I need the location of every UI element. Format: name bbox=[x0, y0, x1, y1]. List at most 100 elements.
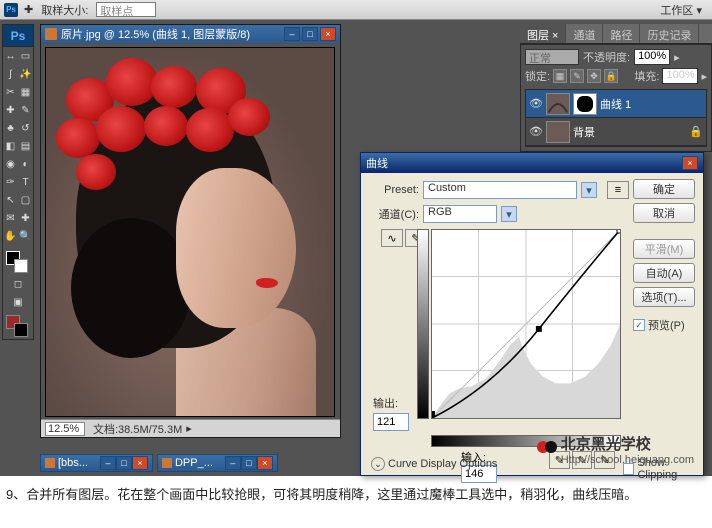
brush-tool[interactable]: ✎ bbox=[18, 101, 33, 119]
gradient-tool[interactable]: ▤ bbox=[18, 137, 33, 155]
tab-history[interactable]: 历史记录 bbox=[640, 24, 699, 43]
eyedropper-icon[interactable]: ✚ bbox=[24, 3, 33, 16]
expand-options-icon[interactable]: ⌄ bbox=[371, 457, 385, 471]
stamp-tool[interactable]: ♣ bbox=[3, 119, 18, 137]
doc-size-label: 文档:38.5M/75.3M bbox=[93, 421, 182, 437]
opacity-input[interactable]: 100% bbox=[634, 49, 670, 65]
shape-tool[interactable]: ▢ bbox=[18, 191, 33, 209]
lock-pos-icon[interactable]: ✥ bbox=[587, 69, 601, 83]
move-tool[interactable]: ↔ bbox=[3, 47, 18, 65]
secondary-swatch bbox=[3, 313, 33, 339]
history-brush-tool[interactable]: ↺ bbox=[18, 119, 33, 137]
doc-tab[interactable]: [bbs...–□× bbox=[40, 454, 153, 472]
dialog-close-button[interactable]: × bbox=[682, 156, 698, 170]
lock-trans-icon[interactable]: ▦ bbox=[553, 69, 567, 83]
lock-pixels-icon[interactable]: ✎ bbox=[570, 69, 584, 83]
curves-dialog: 曲线 × Preset: Custom ▾ ≡ 通道(C): RGB ▾ ∿ ✎ bbox=[360, 152, 704, 476]
document-titlebar[interactable]: 原片.jpg @ 12.5% (曲线 1, 图层蒙版/8) – □ × bbox=[41, 25, 340, 43]
preset-dropdown-icon[interactable]: ▾ bbox=[581, 182, 597, 198]
lasso-tool[interactable]: ʃ bbox=[3, 65, 18, 83]
auto-button[interactable]: 自动(A) bbox=[633, 263, 695, 283]
document-canvas[interactable] bbox=[45, 47, 335, 417]
layers-panel: 图层 × 通道 路径 历史记录 正常 不透明度: 100% ▸ 锁定: ▦ ✎ … bbox=[520, 24, 712, 152]
curve-point-tool[interactable]: ∿ bbox=[381, 229, 403, 247]
doc-icon bbox=[45, 28, 57, 40]
tab-close-icon[interactable]: × bbox=[132, 456, 148, 470]
tab-layers[interactable]: 图层 × bbox=[520, 24, 566, 43]
marquee-tool[interactable]: ▭ bbox=[18, 47, 33, 65]
tutorial-caption: 9、合并所有图层。花在整个画面中比较抢眼，可将其明度稍降，这里通过魔棒工具选中，… bbox=[0, 476, 712, 514]
options-button[interactable]: 选项(T)... bbox=[633, 287, 695, 307]
eraser-tool[interactable]: ◧ bbox=[3, 137, 18, 155]
minimize-button[interactable]: – bbox=[284, 27, 300, 41]
doc-tab[interactable]: DPP_...–□× bbox=[157, 454, 278, 472]
path-tool[interactable]: ↖ bbox=[3, 191, 18, 209]
curves-titlebar[interactable]: 曲线 × bbox=[361, 153, 703, 173]
fill-input[interactable]: 100% bbox=[662, 68, 698, 84]
pen-tool[interactable]: ✑ bbox=[3, 173, 18, 191]
curves-graph[interactable] bbox=[431, 229, 621, 419]
zoom-tool[interactable]: 🔍 bbox=[18, 227, 33, 245]
blend-mode-select[interactable]: 正常 bbox=[525, 49, 579, 65]
tab-channels[interactable]: 通道 bbox=[566, 24, 603, 43]
visibility-icon[interactable]: 👁 bbox=[529, 125, 543, 139]
tab-min-icon[interactable]: – bbox=[100, 456, 116, 470]
type-tool[interactable]: T bbox=[18, 173, 33, 191]
ok-button[interactable]: 确定 bbox=[633, 179, 695, 199]
crop-tool[interactable]: ✂ bbox=[3, 83, 18, 101]
visibility-icon[interactable]: 👁 bbox=[529, 97, 543, 111]
layer-row[interactable]: 👁 背景 🔒 bbox=[526, 118, 706, 146]
layer-name[interactable]: 曲线 1 bbox=[600, 96, 631, 112]
opacity-label: 不透明度: bbox=[583, 49, 630, 65]
tab-min-icon[interactable]: – bbox=[225, 456, 241, 470]
photoshop-app: Ps ✚ 取样大小: 取样点 工作区 ▾ Ps ↔▭ ʃ✨ ✂▦ ✚✎ ♣↺ ◧… bbox=[0, 0, 712, 476]
watermark-logo-icon bbox=[536, 436, 558, 458]
color-swatch[interactable] bbox=[3, 249, 33, 275]
lock-label: 锁定: bbox=[525, 68, 550, 84]
hand-tool[interactable]: ✋ bbox=[3, 227, 18, 245]
workspace-menu[interactable]: 工作区 ▾ bbox=[660, 2, 702, 18]
adjustment-thumb[interactable] bbox=[546, 93, 570, 115]
sample-size-select[interactable]: 取样点 bbox=[96, 2, 156, 17]
channel-select[interactable]: RGB bbox=[423, 205, 497, 223]
dodge-tool[interactable]: ◐ bbox=[18, 155, 33, 173]
ps-logo-icon: Ps bbox=[4, 3, 18, 17]
curves-title-text: 曲线 bbox=[366, 155, 682, 171]
watermark-url: Http://school.heiguang.com bbox=[561, 454, 694, 466]
maximize-button[interactable]: □ bbox=[302, 27, 318, 41]
watermark-title: 北京黑光学校 bbox=[561, 433, 694, 454]
display-options-label: Curve Display Options bbox=[388, 458, 497, 470]
eyedropper-tool[interactable]: ✚ bbox=[18, 209, 33, 227]
mask-thumb[interactable] bbox=[573, 93, 597, 115]
output-input[interactable] bbox=[373, 413, 409, 431]
tab-max-icon[interactable]: □ bbox=[241, 456, 257, 470]
layer-row[interactable]: 👁 曲线 1 bbox=[526, 90, 706, 118]
screenmode-toggle[interactable]: ▣ bbox=[3, 293, 33, 311]
lock-all-icon[interactable]: 🔒 bbox=[604, 69, 618, 83]
channel-dropdown-icon[interactable]: ▾ bbox=[501, 206, 517, 222]
document-tabs: [bbs...–□× DPP_...–□× bbox=[40, 454, 278, 472]
status-arrow-icon[interactable]: ▸ bbox=[186, 422, 192, 435]
notes-tool[interactable]: ✉ bbox=[3, 209, 18, 227]
layer-name[interactable]: 背景 bbox=[573, 124, 595, 140]
slice-tool[interactable]: ▦ bbox=[18, 83, 33, 101]
quickmask-toggle[interactable]: ◻ bbox=[3, 275, 33, 293]
close-button[interactable]: × bbox=[320, 27, 336, 41]
channel-label: 通道(C): bbox=[369, 206, 419, 222]
heal-tool[interactable]: ✚ bbox=[3, 101, 18, 119]
tab-paths[interactable]: 路径 bbox=[603, 24, 640, 43]
smooth-button[interactable]: 平滑(M) bbox=[633, 239, 695, 259]
toolbox: Ps ↔▭ ʃ✨ ✂▦ ✚✎ ♣↺ ◧▤ ◉◐ ✑T ↖▢ ✉✚ ✋🔍 ◻ ▣ bbox=[2, 24, 34, 340]
preset-menu-button[interactable]: ≡ bbox=[607, 181, 629, 199]
blur-tool[interactable]: ◉ bbox=[3, 155, 18, 173]
cancel-button[interactable]: 取消 bbox=[633, 203, 695, 223]
wand-tool[interactable]: ✨ bbox=[18, 65, 33, 83]
opacity-arrow-icon[interactable]: ▸ bbox=[674, 51, 680, 64]
tab-close-icon[interactable]: × bbox=[257, 456, 273, 470]
zoom-field[interactable]: 12.5% bbox=[45, 422, 85, 436]
tab-max-icon[interactable]: □ bbox=[116, 456, 132, 470]
layer-thumb[interactable] bbox=[546, 121, 570, 143]
fill-arrow-icon[interactable]: ▸ bbox=[701, 70, 707, 83]
preset-select[interactable]: Custom bbox=[423, 181, 577, 199]
preview-checkbox[interactable]: ✓ bbox=[633, 319, 645, 331]
